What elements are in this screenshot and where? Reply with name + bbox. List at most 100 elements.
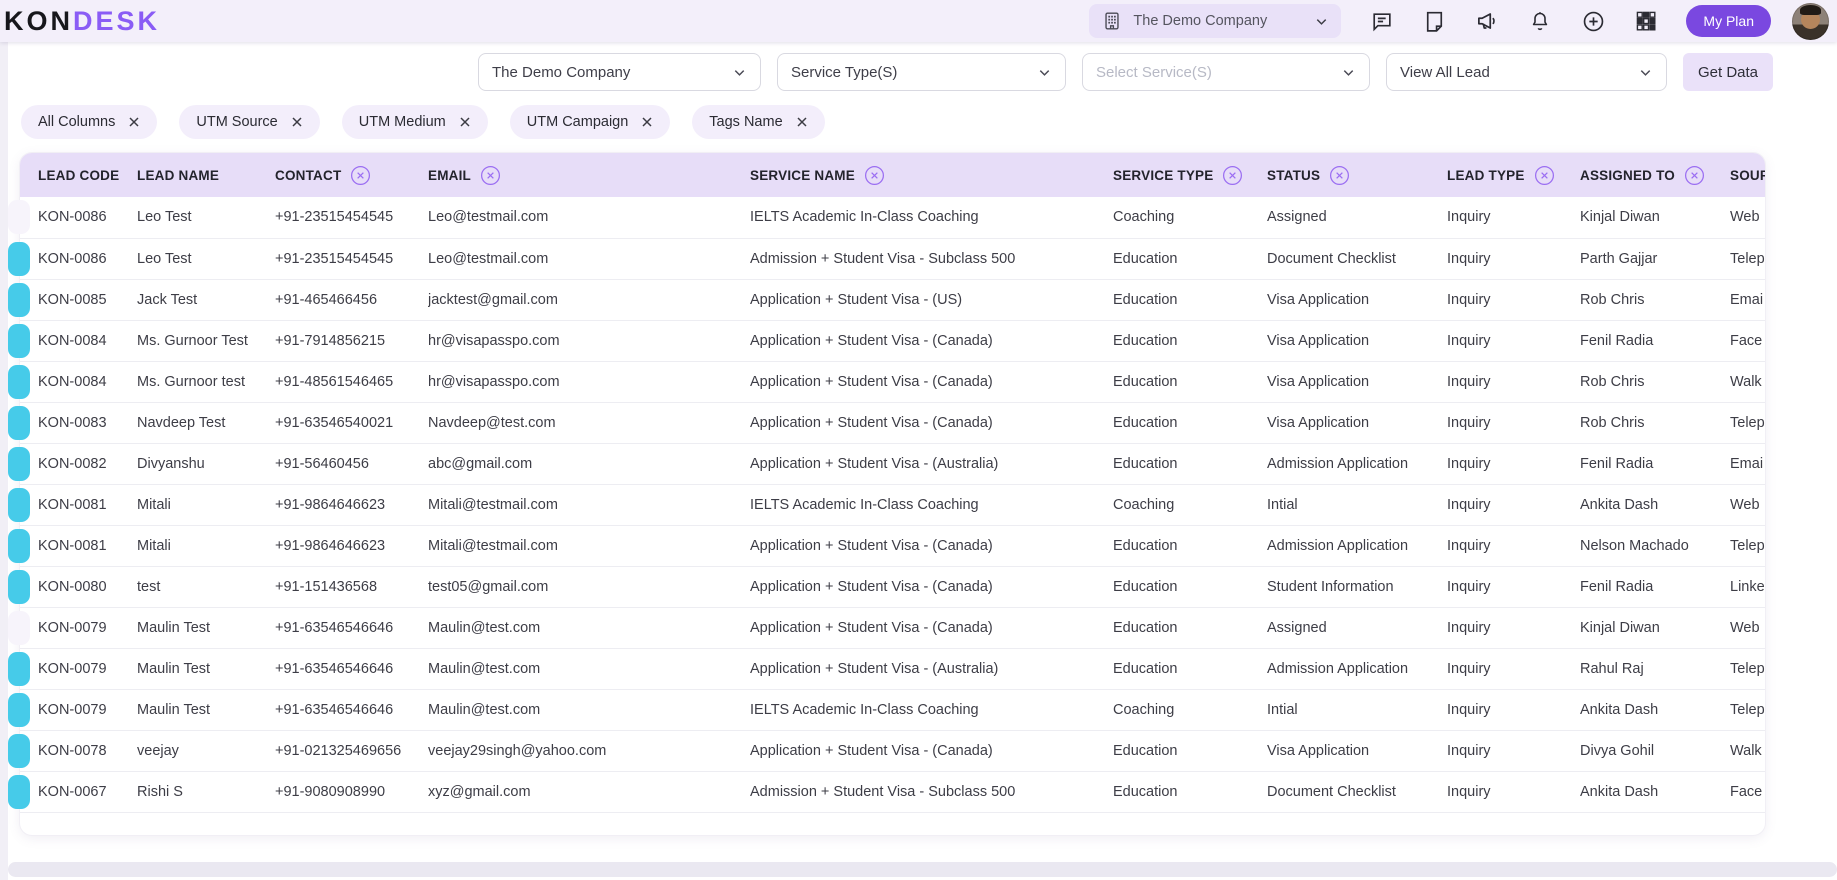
quick-add-icon[interactable] bbox=[1580, 8, 1606, 34]
notes-icon[interactable] bbox=[1421, 8, 1447, 34]
cell-status: Assigned bbox=[1267, 607, 1447, 649]
cell-lead-code: KON-0079 bbox=[8, 689, 137, 731]
cell-assigned-to: Ankita Dash bbox=[1580, 689, 1730, 731]
lead-view-filter-dropdown[interactable]: View All Lead bbox=[1386, 53, 1667, 91]
table-row[interactable]: KON-0080 test +91-151436568 test05@gmail… bbox=[8, 566, 1765, 608]
col-contact: CONTACT bbox=[275, 153, 428, 197]
cell-contact: +91-021325469656 bbox=[275, 730, 428, 772]
table-card-bottom-spacer bbox=[20, 813, 1765, 835]
cell-contact: +91-9864646623 bbox=[275, 525, 428, 567]
cell-service-name: Admission + Student Visa - Subclass 500 bbox=[750, 238, 1113, 280]
cell-status: Admission Application bbox=[1267, 525, 1447, 567]
cell-service-type: Education bbox=[1113, 607, 1267, 649]
chip-remove-icon[interactable] bbox=[291, 116, 303, 128]
cell-assigned-to: Parth Gajjar bbox=[1580, 238, 1730, 280]
cell-lead-name: veejay bbox=[137, 730, 275, 772]
column-remove-icon[interactable] bbox=[1222, 165, 1243, 186]
cell-email: Maulin@test.com bbox=[428, 648, 750, 690]
cell-email: xyz@gmail.com bbox=[428, 771, 750, 813]
col-status: STATUS bbox=[1267, 153, 1447, 197]
cell-status: Intial bbox=[1267, 484, 1447, 526]
cell-source: Telep bbox=[1730, 648, 1765, 690]
column-remove-icon[interactable] bbox=[350, 165, 371, 186]
col-source: SOURCE bbox=[1730, 153, 1765, 197]
cell-lead-code: KON-0081 bbox=[8, 484, 137, 526]
cell-contact: +91-56460456 bbox=[275, 443, 428, 485]
cell-contact: +91-9864646623 bbox=[275, 484, 428, 526]
cell-lead-name: Ms. Gurnoor test bbox=[137, 361, 275, 403]
chevron-down-icon bbox=[1314, 14, 1329, 29]
table-row[interactable]: KON-0086 Leo Test +91-23515454545 Leo@te… bbox=[8, 238, 1765, 280]
my-plan-button[interactable]: My Plan bbox=[1686, 5, 1771, 37]
cell-assigned-to: Nelson Machado bbox=[1580, 525, 1730, 567]
get-data-button[interactable]: Get Data bbox=[1683, 53, 1774, 91]
navbar-actions: The Demo Company My Plan bbox=[1089, 2, 1829, 40]
cell-service-name: Application + Student Visa - (US) bbox=[750, 279, 1113, 321]
cell-source: Face bbox=[1730, 771, 1765, 813]
table-row[interactable]: KON-0083 Navdeep Test +91-63546540021 Na… bbox=[8, 402, 1765, 444]
cell-service-name: Application + Student Visa - (Canada) bbox=[750, 730, 1113, 772]
cell-contact: +91-63546546646 bbox=[275, 607, 428, 649]
cell-source: Linke bbox=[1730, 566, 1765, 608]
column-remove-icon[interactable] bbox=[1684, 165, 1705, 186]
cell-status: Visa Application bbox=[1267, 320, 1447, 362]
cell-assigned-to: Ankita Dash bbox=[1580, 771, 1730, 813]
chip-remove-icon[interactable] bbox=[459, 116, 471, 128]
service-type-filter-dropdown[interactable]: Service Type(S) bbox=[777, 53, 1066, 91]
col-lead-code: LEAD CODE bbox=[20, 153, 137, 197]
select-service-filter-dropdown[interactable]: Select Service(S) bbox=[1082, 53, 1370, 91]
chip-label: UTM Medium bbox=[358, 114, 446, 130]
col-assigned-to: ASSIGNED TO bbox=[1580, 153, 1730, 197]
cell-email: Navdeep@test.com bbox=[428, 402, 750, 444]
table-row[interactable]: KON-0082 Divyanshu +91-56460456 abc@gmai… bbox=[8, 443, 1765, 485]
chip-remove-icon[interactable] bbox=[641, 116, 653, 128]
cell-lead-name: Divyanshu bbox=[137, 443, 275, 485]
row-indicator bbox=[8, 569, 30, 604]
cell-lead-code: KON-0082 bbox=[8, 443, 137, 485]
apps-grid-icon[interactable] bbox=[1633, 8, 1659, 34]
cell-status: Student Information bbox=[1267, 566, 1447, 608]
cell-lead-code: KON-0086 bbox=[8, 238, 137, 280]
notifications-icon[interactable] bbox=[1527, 8, 1553, 34]
chip-remove-icon[interactable] bbox=[128, 116, 140, 128]
column-remove-icon[interactable] bbox=[1329, 165, 1350, 186]
column-remove-icon[interactable] bbox=[864, 165, 885, 186]
table-row[interactable]: KON-0081 Mitali +91-9864646623 Mitali@te… bbox=[8, 525, 1765, 567]
cell-email: jacktest@gmail.com bbox=[428, 279, 750, 321]
table-row[interactable]: KON-0067 Rishi S +91-9080908990 xyz@gmai… bbox=[8, 771, 1765, 813]
table-row[interactable]: KON-0079 Maulin Test +91-63546546646 Mau… bbox=[8, 648, 1765, 690]
cell-lead-code: KON-0079 bbox=[8, 607, 137, 649]
company-filter-dropdown[interactable]: The Demo Company bbox=[478, 53, 761, 91]
chip-remove-icon[interactable] bbox=[796, 116, 808, 128]
col-lead-type: LEAD TYPE bbox=[1447, 153, 1580, 197]
table-row[interactable]: KON-0081 Mitali +91-9864646623 Mitali@te… bbox=[8, 484, 1765, 526]
cell-email: Mitali@testmail.com bbox=[428, 484, 750, 526]
row-indicator bbox=[8, 692, 30, 727]
table-row[interactable]: KON-0079 Maulin Test +91-63546546646 Mau… bbox=[8, 689, 1765, 731]
cell-service-type: Education bbox=[1113, 730, 1267, 772]
cell-email: Leo@testmail.com bbox=[428, 197, 750, 239]
cell-service-name: IELTS Academic In-Class Coaching bbox=[750, 197, 1113, 239]
cell-service-name: IELTS Academic In-Class Coaching bbox=[750, 689, 1113, 731]
table-row[interactable]: KON-0084 Ms. Gurnoor Test +91-7914856215… bbox=[8, 320, 1765, 362]
announcements-icon[interactable] bbox=[1474, 8, 1500, 34]
cell-status: Visa Application bbox=[1267, 402, 1447, 444]
table-row[interactable]: KON-0078 veejay +91-021325469656 veejay2… bbox=[8, 730, 1765, 772]
messages-icon[interactable] bbox=[1368, 8, 1394, 34]
column-remove-icon[interactable] bbox=[480, 165, 501, 186]
company-selector-label: The Demo Company bbox=[1133, 13, 1268, 29]
horizontal-scrollbar[interactable] bbox=[8, 862, 1837, 877]
cell-service-name: Application + Student Visa - (Canada) bbox=[750, 361, 1113, 403]
table-row[interactable]: KON-0085 Jack Test +91-465466456 jacktes… bbox=[8, 279, 1765, 321]
top-navbar: KONDESK The Demo Company My Plan bbox=[0, 0, 1837, 42]
table-row[interactable]: KON-0084 Ms. Gurnoor test +91-4856154646… bbox=[8, 361, 1765, 403]
cell-email: abc@gmail.com bbox=[428, 443, 750, 485]
cell-service-name: Application + Student Visa - (Canada) bbox=[750, 525, 1113, 567]
table-row[interactable]: KON-0086 Leo Test +91-23515454545 Leo@te… bbox=[8, 197, 1765, 239]
company-selector[interactable]: The Demo Company bbox=[1089, 4, 1342, 38]
avatar[interactable] bbox=[1792, 2, 1829, 40]
chevron-down-icon bbox=[1037, 65, 1052, 80]
column-remove-icon[interactable] bbox=[1534, 165, 1555, 186]
cell-status: Admission Application bbox=[1267, 648, 1447, 690]
table-row[interactable]: KON-0079 Maulin Test +91-63546546646 Mau… bbox=[8, 607, 1765, 649]
